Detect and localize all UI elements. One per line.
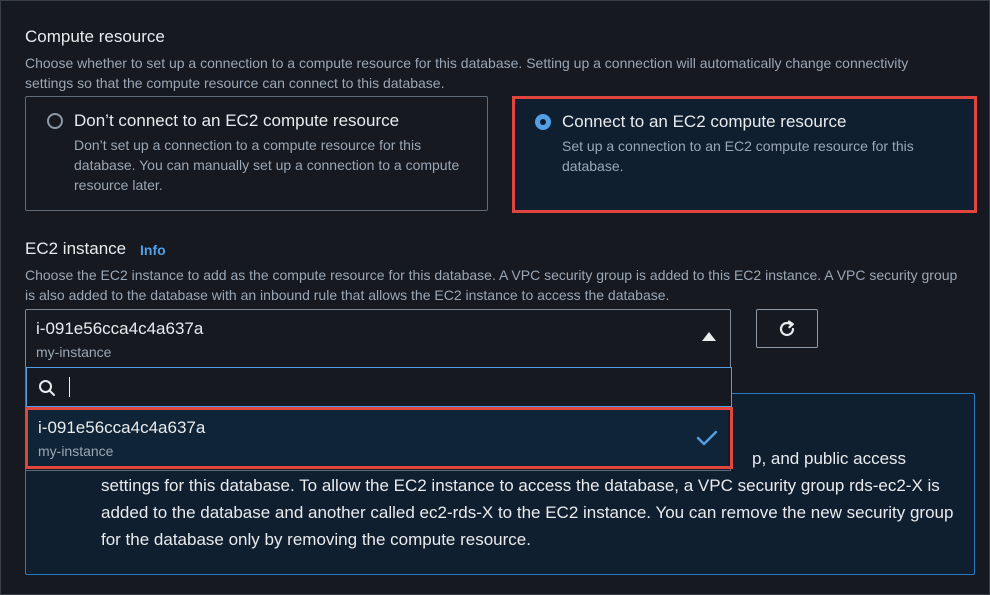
search-icon [39, 380, 55, 396]
compute-resource-title: Compute resource [25, 27, 165, 46]
selected-instance-name: my-instance [36, 344, 112, 360]
refresh-button[interactable] [756, 309, 818, 348]
caret-up-icon[interactable] [702, 332, 716, 341]
search-input[interactable] [65, 376, 709, 400]
option-connect-ec2-description: Set up a connection to an EC2 compute re… [562, 138, 914, 174]
ec2-instance-description: Choose the EC2 instance to add as the co… [25, 267, 958, 303]
option-dont-connect-title: Don’t connect to an EC2 compute resource [74, 111, 400, 130]
instance-dropdown: i-091e56cca4c4a637a my-instance [25, 367, 732, 471]
checkmark-icon [696, 430, 718, 446]
radio-selected-icon[interactable] [535, 114, 551, 130]
option-connect-ec2-title: Connect to an EC2 compute resource [562, 112, 847, 131]
option-connect-ec2[interactable]: Connect to an EC2 compute resource Set u… [515, 99, 974, 210]
ec2-instance-label: EC2 instance [25, 239, 127, 258]
ec2-instance-select[interactable]: i-091e56cca4c4a637a my-instance [25, 309, 731, 367]
dropdown-option[interactable]: i-091e56cca4c4a637a my-instance [28, 409, 728, 467]
option-instance-name: my-instance [38, 443, 114, 459]
alert-text: settings for this database. To allow the… [101, 476, 954, 549]
option-dont-connect[interactable]: Don’t connect to an EC2 compute resource… [25, 96, 488, 211]
option-instance-id: i-091e56cca4c4a637a [38, 418, 206, 437]
option-dont-connect-description: Don’t set up a connection to a compute r… [74, 137, 460, 193]
compute-resource-description: Choose whether to set up a connection to… [25, 55, 909, 91]
info-link[interactable]: Info [140, 242, 166, 258]
instance-search[interactable] [26, 367, 732, 407]
page-frame: Compute resource Choose whether to set u… [0, 0, 990, 595]
refresh-icon [779, 320, 795, 337]
radio-unselected-icon[interactable] [47, 113, 63, 129]
alert-text-tail: p, and public access [752, 449, 907, 468]
selected-instance-id: i-091e56cca4c4a637a [36, 319, 204, 338]
